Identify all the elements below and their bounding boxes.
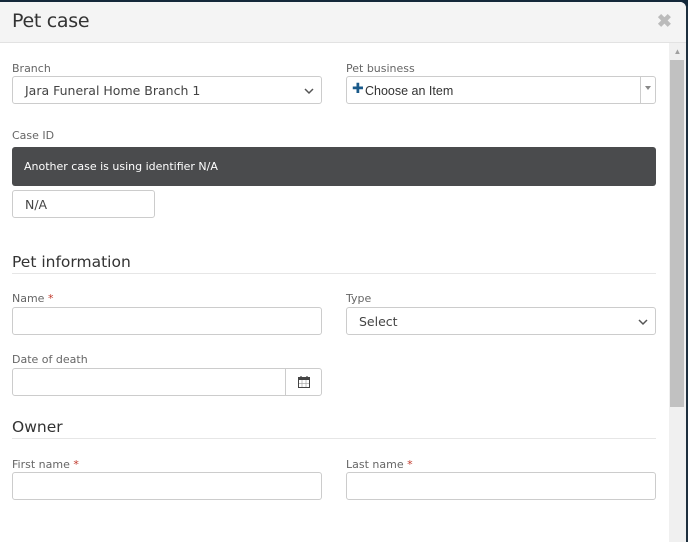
select-separator	[640, 77, 641, 103]
last-name-input[interactable]	[346, 472, 656, 500]
close-icon[interactable]: ✖	[657, 12, 672, 30]
required-marker: *	[73, 458, 79, 471]
pet-information-heading: Pet information	[12, 253, 131, 271]
date-of-death-label: Date of death	[12, 353, 88, 366]
pet-case-modal: Pet case ✖ Branch Jara Funeral Home Bran…	[0, 2, 686, 542]
scrollbar[interactable]: ▲	[669, 43, 686, 542]
case-id-label: Case ID	[12, 129, 55, 142]
pet-type-value: Select	[359, 314, 398, 329]
branch-select[interactable]: Jara Funeral Home Branch 1	[12, 76, 322, 104]
pet-business-select[interactable]: ✚ Choose an Item	[346, 76, 656, 104]
case-id-input[interactable]: N/A	[12, 190, 155, 218]
owner-heading: Owner	[12, 418, 63, 436]
date-of-death-input[interactable]	[12, 368, 322, 396]
branch-label: Branch	[12, 62, 51, 75]
chevron-down-icon	[638, 319, 648, 326]
name-label: Name *	[12, 292, 53, 305]
divider	[12, 273, 656, 274]
type-label: Type	[346, 292, 372, 305]
first-name-input[interactable]	[12, 472, 322, 500]
caret-down-icon	[645, 86, 651, 90]
calendar-button[interactable]	[285, 369, 321, 395]
case-id-value: N/A	[25, 197, 48, 212]
modal-title: Pet case	[12, 10, 90, 32]
first-name-label: First name *	[12, 458, 79, 471]
pet-type-select[interactable]: Select	[346, 307, 656, 335]
pet-business-value: Choose an Item	[365, 84, 454, 98]
first-name-label-text: First name	[12, 458, 70, 471]
modal-header: Pet case ✖	[0, 2, 686, 43]
chevron-down-icon	[304, 88, 314, 95]
case-id-alert-text: Another case is using identifier N/A	[24, 160, 218, 173]
required-marker: *	[47, 292, 54, 305]
modal-body: Branch Jara Funeral Home Branch 1 Pet bu…	[0, 43, 668, 542]
last-name-label: Last name *	[346, 458, 413, 471]
pet-name-input[interactable]	[12, 307, 322, 335]
pet-business-label: Pet business	[346, 62, 415, 75]
branch-select-value: Jara Funeral Home Branch 1	[25, 83, 201, 98]
divider	[12, 438, 656, 439]
name-label-text: Name	[12, 292, 45, 305]
plus-icon: ✚	[352, 81, 364, 97]
scrollbar-thumb[interactable]	[670, 60, 684, 407]
scroll-up-arrow-icon[interactable]: ▲	[669, 45, 686, 59]
required-marker: *	[407, 458, 413, 471]
last-name-label-text: Last name	[346, 458, 404, 471]
calendar-icon	[298, 376, 310, 388]
case-id-alert: Another case is using identifier N/A	[12, 147, 656, 186]
